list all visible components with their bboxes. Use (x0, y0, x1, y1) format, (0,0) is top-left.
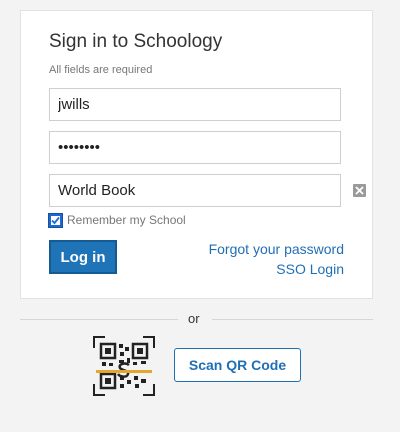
checkmark-icon (51, 216, 60, 224)
login-card: Sign in to Schoology All fields are requ… (20, 10, 373, 299)
page-title: Sign in to Schoology (49, 31, 223, 52)
login-button[interactable]: Log in (49, 240, 117, 274)
school-field[interactable] (49, 174, 341, 207)
password-field[interactable] (49, 131, 341, 164)
divider-left (20, 319, 178, 320)
username-field[interactable] (49, 88, 341, 121)
required-note: All fields are required (49, 64, 153, 76)
scan-qr-code-button[interactable]: Scan QR Code (174, 348, 301, 382)
remember-school-checkbox[interactable] (48, 212, 63, 228)
sso-login-link[interactable]: SSO Login (276, 261, 344, 277)
forgot-password-link[interactable]: Forgot your password (209, 241, 344, 257)
clear-school-button[interactable] (353, 184, 366, 197)
remember-school-label: Remember my School (67, 213, 186, 227)
or-divider-label: or (188, 311, 200, 326)
qr-code-icon (93, 336, 155, 396)
remember-school: Remember my School (48, 212, 186, 228)
close-icon (355, 186, 364, 195)
divider-right (212, 319, 373, 320)
